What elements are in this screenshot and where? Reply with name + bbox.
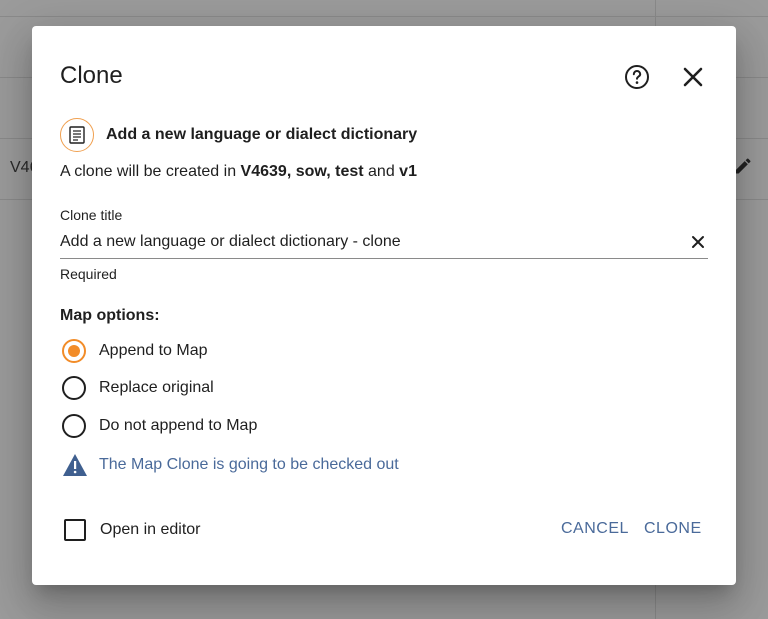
source-item-name: Add a new language or dialect dictionary: [106, 126, 418, 143]
clone-location-info: A clone will be created in V4639, sow, t…: [60, 163, 417, 181]
radio-button[interactable]: [62, 376, 86, 400]
radio-do-not-append[interactable]: Do not append to Map: [62, 413, 257, 439]
map-options-heading: Map options:: [60, 307, 160, 324]
clone-title-input[interactable]: [60, 228, 680, 256]
radio-label: Replace original: [99, 379, 214, 396]
radio-label: Append to Map: [99, 342, 208, 359]
radio-button[interactable]: [62, 414, 86, 438]
radio-replace-original[interactable]: Replace original: [62, 375, 214, 401]
dialog-title: Clone: [60, 62, 123, 89]
cancel-button[interactable]: CANCEL: [561, 520, 629, 538]
clone-button[interactable]: CLONE: [644, 520, 702, 538]
clear-input-icon[interactable]: [689, 233, 707, 251]
radio-append-to-map[interactable]: Append to Map: [62, 338, 208, 364]
clone-title-hint: Required: [60, 266, 117, 282]
open-in-editor-option[interactable]: Open in editor: [64, 519, 201, 541]
help-circle-icon[interactable]: [624, 64, 650, 90]
source-item: Add a new language or dialect dictionary: [60, 118, 417, 152]
warning-triangle-icon: [63, 454, 87, 476]
clone-dialog: Clone Add a new language or dialect dict…: [32, 26, 736, 585]
info-joiner: and: [363, 163, 400, 180]
clone-title-underline: [60, 258, 708, 259]
background-row-divider: [0, 16, 768, 17]
document-list-icon: [60, 118, 94, 152]
edit-pencil-icon: [735, 158, 751, 174]
info-version: v1: [399, 163, 417, 180]
open-in-editor-checkbox[interactable]: [64, 519, 86, 541]
info-location: V4639, sow, test: [240, 163, 364, 180]
info-prefix: A clone will be created in: [60, 163, 241, 180]
close-icon[interactable]: [680, 64, 706, 90]
radio-button-checked[interactable]: [62, 339, 86, 363]
radio-label: Do not append to Map: [99, 417, 258, 434]
clone-title-label: Clone title: [60, 207, 123, 223]
open-in-editor-label: Open in editor: [100, 521, 201, 538]
checkout-warning: The Map Clone is going to be checked out: [62, 453, 399, 477]
warning-text: The Map Clone is going to be checked out: [99, 456, 399, 473]
